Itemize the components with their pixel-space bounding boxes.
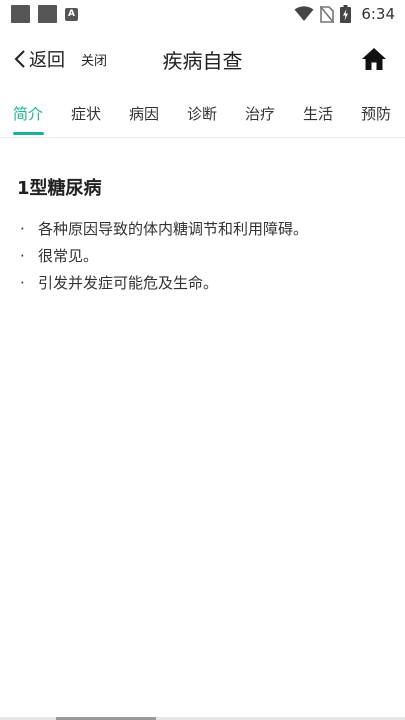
tab-prevention[interactable]: 预防 bbox=[361, 103, 391, 124]
notification-square-icon bbox=[11, 5, 30, 23]
list-item: · 引发并发症可能危及生命。 bbox=[20, 270, 308, 297]
notification-square-icon bbox=[38, 5, 57, 23]
tab-intro[interactable]: 简介 bbox=[13, 103, 43, 124]
wifi-icon bbox=[294, 6, 314, 21]
list-item: · 很常见。 bbox=[20, 243, 308, 270]
status-bar: A 6:34 bbox=[0, 0, 405, 28]
list-item: · 各种原因导致的体内糖调节和利用障碍。 bbox=[20, 216, 308, 243]
summary-list: · 各种原因导致的体内糖调节和利用障碍。 · 很常见。 · 引发并发症可能危及生命。 bbox=[20, 216, 308, 297]
page-title: 疾病自查 bbox=[162, 49, 243, 73]
app-screen: A 6:34 返回 关闭 疾病自查 简介 症状 病因 诊断 治疗 生活 预防 1… bbox=[0, 0, 405, 720]
list-item-text: 很常见。 bbox=[38, 247, 99, 265]
tab-causes[interactable]: 病因 bbox=[129, 103, 159, 124]
bullet-dot: · bbox=[20, 274, 25, 292]
tab-treatment[interactable]: 治疗 bbox=[245, 103, 275, 124]
bullet-dot: · bbox=[20, 220, 25, 238]
status-left-icons: A bbox=[11, 5, 78, 23]
tab-bar: 简介 症状 病因 诊断 治疗 生活 预防 bbox=[0, 90, 405, 138]
no-sim-icon bbox=[320, 5, 335, 23]
status-right-icons: 6:34 bbox=[294, 4, 395, 24]
home-icon bbox=[362, 48, 386, 70]
header-bar: 返回 关闭 疾病自查 bbox=[0, 28, 405, 90]
bullet-dot: · bbox=[20, 247, 25, 265]
tab-symptoms[interactable]: 症状 bbox=[71, 103, 101, 124]
list-item-text: 引发并发症可能危及生命。 bbox=[38, 274, 219, 292]
battery-charging-icon bbox=[340, 5, 352, 23]
active-tab-indicator bbox=[13, 132, 44, 135]
status-time: 6:34 bbox=[361, 5, 395, 23]
tab-lifestyle[interactable]: 生活 bbox=[303, 103, 333, 124]
list-item-text: 各种原因导致的体内糖调节和利用障碍。 bbox=[38, 220, 309, 238]
tab-diagnosis[interactable]: 诊断 bbox=[187, 103, 217, 124]
home-button[interactable] bbox=[361, 46, 387, 72]
keyboard-a-icon: A bbox=[65, 7, 78, 21]
disease-title: 1型糖尿病 bbox=[17, 178, 102, 199]
